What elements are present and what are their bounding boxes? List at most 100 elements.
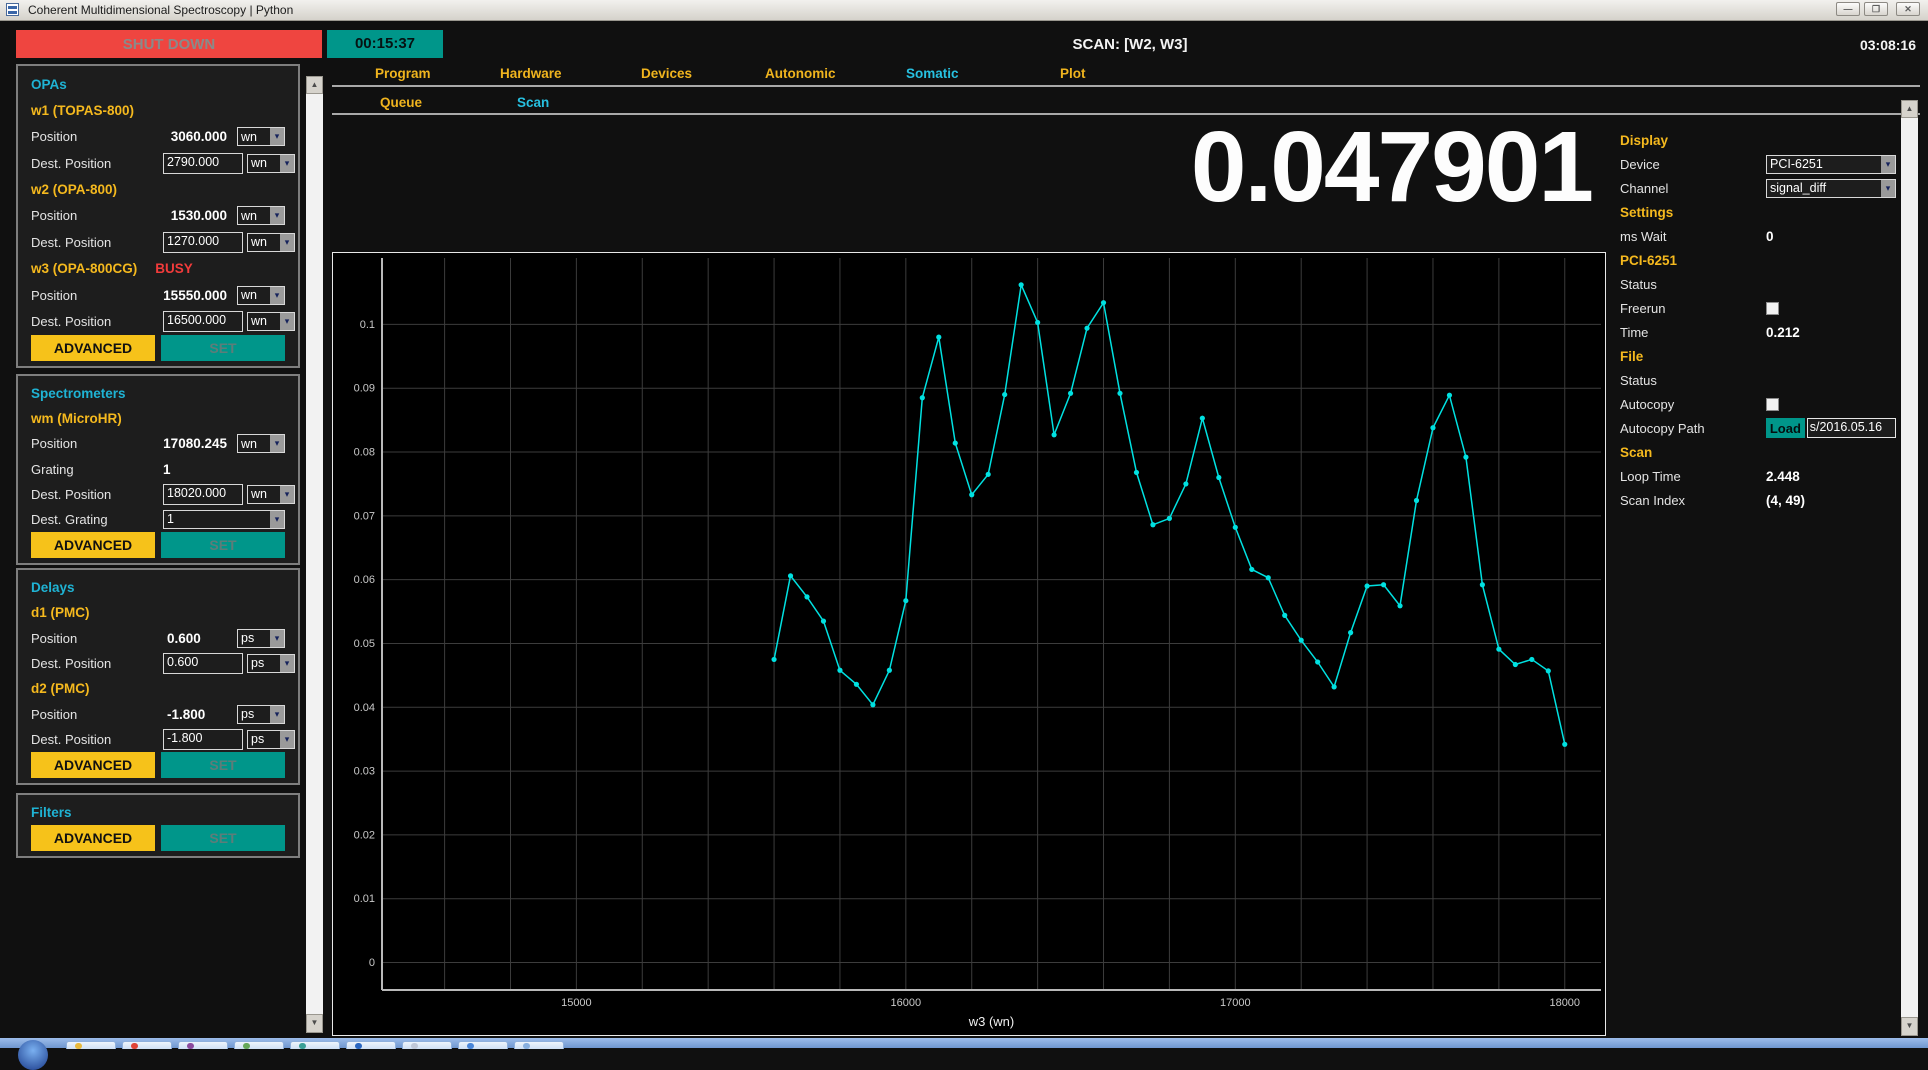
w2-unit-select[interactable]: wn▾: [237, 206, 285, 225]
wm-dest-row: Dest. Position 18020.000 wn▾: [31, 482, 285, 507]
start-button[interactable]: [18, 1040, 48, 1070]
minimize-button[interactable]: —: [1836, 2, 1860, 16]
w3-dest-unit-select[interactable]: wn▾: [247, 312, 295, 331]
scroll-down-icon[interactable]: ▼: [306, 1014, 323, 1033]
d2-dest-input[interactable]: -1.800: [163, 729, 243, 750]
app-icon: [6, 3, 19, 16]
ms-wait-label: ms Wait: [1620, 229, 1766, 244]
channel-row: Channel signal_diff▾: [1620, 176, 1896, 200]
grating-label: Grating: [31, 462, 163, 477]
position-label: Position: [31, 436, 163, 451]
d1-dest-input[interactable]: 0.600: [163, 653, 243, 674]
autocopy-path-row: Autocopy Path Load s/2016.05.16: [1620, 416, 1896, 440]
restore-button[interactable]: ❐: [1864, 2, 1888, 16]
wm-dest-grating-select[interactable]: 1▾: [163, 510, 285, 529]
freerun-checkbox[interactable]: [1766, 302, 1779, 315]
d2-dest-unit-select[interactable]: ps▾: [247, 730, 295, 749]
device-label: Device: [1620, 157, 1766, 172]
display-header: Display: [1620, 133, 1668, 148]
wm-position-value: 17080.245: [163, 436, 227, 451]
d2-position-row: Position -1.800 ps▾: [31, 701, 285, 726]
tab-plot[interactable]: Plot: [1060, 66, 1086, 81]
w1-unit-select[interactable]: wn▾: [237, 127, 285, 146]
opas-set-button[interactable]: SET: [161, 335, 285, 361]
chevron-down-icon: ▾: [270, 630, 284, 647]
tab-devices[interactable]: Devices: [641, 66, 692, 81]
shutdown-button[interactable]: SHUT DOWN: [16, 30, 322, 58]
wm-grating-value: 1: [163, 462, 171, 477]
tab-hardware[interactable]: Hardware: [500, 66, 562, 81]
filters-set-button[interactable]: SET: [161, 825, 285, 851]
subtab-separator: [332, 113, 1920, 115]
spectrometers-header: Spectrometers: [31, 386, 126, 401]
w2-name: w2 (OPA-800): [31, 182, 117, 197]
w2-dest-input[interactable]: 1270.000: [163, 232, 243, 253]
tab-queue[interactable]: Queue: [380, 95, 422, 110]
loop-time-label: Loop Time: [1620, 469, 1766, 484]
svg-text:0.06: 0.06: [354, 574, 375, 586]
chevron-down-icon: ▾: [1881, 156, 1895, 173]
w3-position-row: Position 15550.000 wn▾: [31, 282, 285, 308]
wm-unit-select[interactable]: wn▾: [237, 434, 285, 453]
filters-advanced-button[interactable]: ADVANCED: [31, 825, 155, 851]
tab-program[interactable]: Program: [375, 66, 431, 81]
scroll-up-icon[interactable]: ▲: [306, 76, 323, 94]
autocopy-checkbox[interactable]: [1766, 398, 1779, 411]
dest-position-label: Dest. Position: [31, 156, 163, 171]
svg-text:0.09: 0.09: [354, 383, 375, 395]
spectrometers-advanced-button[interactable]: ADVANCED: [31, 532, 155, 558]
spectrometers-set-button[interactable]: SET: [161, 532, 285, 558]
delays-advanced-button[interactable]: ADVANCED: [31, 752, 155, 778]
chevron-down-icon: ▾: [1881, 180, 1895, 197]
pci-header: PCI-6251: [1620, 253, 1677, 268]
svg-text:0.05: 0.05: [354, 638, 375, 650]
chevron-down-icon: ▾: [270, 287, 284, 304]
wm-dest-unit-select[interactable]: wn▾: [247, 485, 295, 504]
wm-dest-input[interactable]: 18020.000: [163, 484, 243, 505]
d1-dest-unit-select[interactable]: ps▾: [247, 654, 295, 673]
pci-status-label: Status: [1620, 277, 1896, 292]
tab-autonomic[interactable]: Autonomic: [765, 66, 836, 81]
right-scrollbar[interactable]: [1901, 100, 1918, 1036]
channel-select[interactable]: signal_diff▾: [1766, 179, 1896, 198]
autocopy-path-input[interactable]: s/2016.05.16: [1807, 418, 1896, 438]
tab-somatic[interactable]: Somatic: [906, 66, 959, 81]
w3-unit-select[interactable]: wn▾: [237, 286, 285, 305]
tab-scan[interactable]: Scan: [517, 95, 549, 110]
time-row: Time 0.212: [1620, 320, 1896, 344]
scan-index-label: Scan Index: [1620, 493, 1766, 508]
left-scrollbar[interactable]: [306, 76, 323, 1033]
svg-text:15000: 15000: [561, 997, 592, 1009]
chevron-down-icon: ▾: [280, 234, 294, 251]
chevron-down-icon: ▾: [280, 486, 294, 503]
chevron-down-icon: ▾: [270, 128, 284, 145]
file-header: File: [1620, 349, 1643, 364]
chevron-down-icon: ▾: [270, 511, 284, 528]
delays-set-button[interactable]: SET: [161, 752, 285, 778]
svg-text:0.03: 0.03: [354, 766, 375, 778]
d2-unit-select[interactable]: ps▾: [237, 705, 285, 724]
opas-advanced-button[interactable]: ADVANCED: [31, 335, 155, 361]
opas-header: OPAs: [31, 77, 67, 92]
pci-status-row: Status: [1620, 272, 1896, 296]
w3-dest-input[interactable]: 16500.000: [163, 311, 243, 332]
w1-dest-input[interactable]: 2790.000: [163, 153, 243, 174]
svg-text:18000: 18000: [1549, 997, 1580, 1009]
autocopy-path-label: Autocopy Path: [1620, 421, 1766, 436]
scan-plot: 00.010.020.030.040.050.060.070.080.090.1…: [333, 253, 1605, 1035]
close-button[interactable]: ✕: [1896, 2, 1920, 16]
menu-separator: [332, 85, 1920, 87]
device-select[interactable]: PCI-6251▾: [1766, 155, 1896, 174]
dest-position-label: Dest. Position: [31, 656, 163, 671]
wm-name: wm (MicroHR): [31, 411, 122, 426]
svg-text:0.01: 0.01: [354, 893, 375, 905]
dest-position-label: Dest. Position: [31, 314, 163, 329]
w1-dest-unit-select[interactable]: wn▾: [247, 154, 295, 173]
scroll-up-icon[interactable]: ▲: [1901, 100, 1918, 118]
load-button[interactable]: Load: [1766, 418, 1805, 438]
d1-unit-select[interactable]: ps▾: [237, 629, 285, 648]
w3-busy-badge: BUSY: [155, 261, 193, 276]
scroll-down-icon[interactable]: ▼: [1901, 1017, 1918, 1036]
w2-dest-unit-select[interactable]: wn▾: [247, 233, 295, 252]
autocopy-row: Autocopy: [1620, 392, 1896, 416]
